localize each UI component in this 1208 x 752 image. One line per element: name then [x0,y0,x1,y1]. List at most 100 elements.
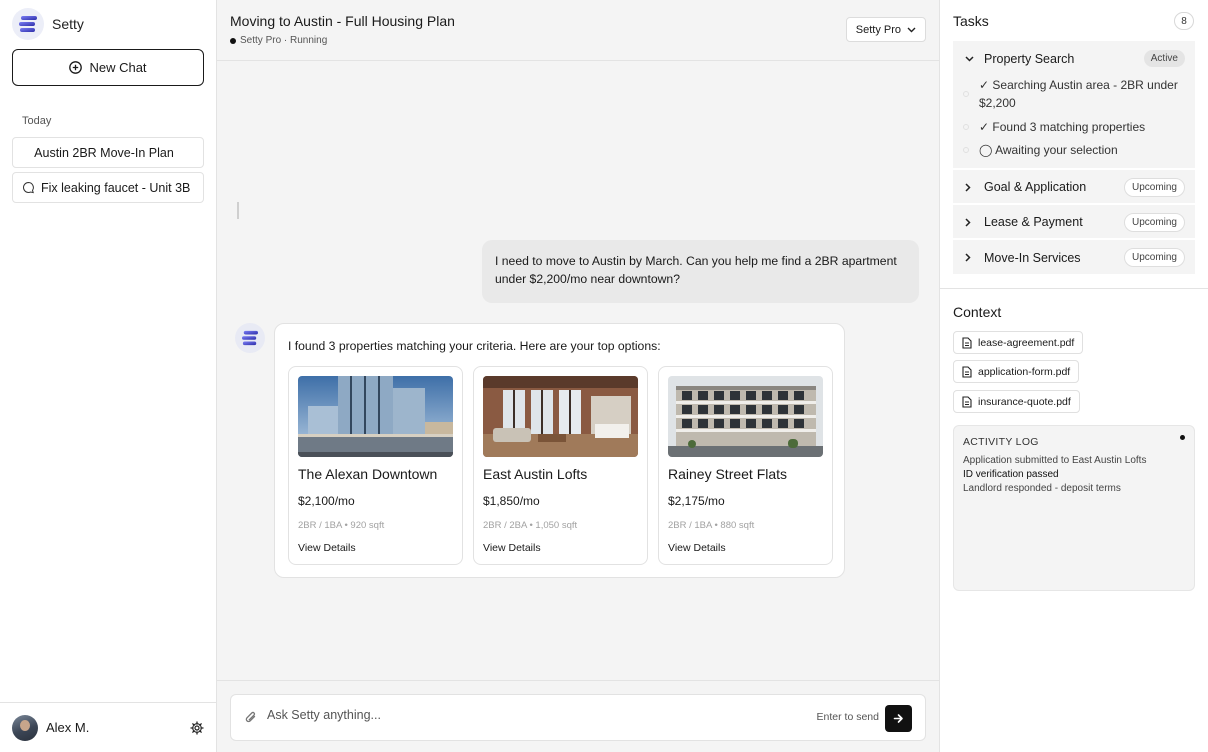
activity-entry: ID verification passed [963,469,1059,480]
task-group-header[interactable]: Goal & Application Upcoming [953,170,1195,204]
chat-item-label: Fix leaking faucet - Unit 3B [41,180,191,195]
chevron-down-icon [965,55,974,62]
property-card[interactable]: Rainey Street Flats $2,175/mo 2BR / 1BA … [658,366,833,565]
scroll-marker [237,202,239,219]
section-label-today: Today [22,115,52,127]
subtask-dot-icon [963,91,969,97]
conversation-title: Moving to Austin - Full Housing Plan [230,13,455,29]
property-meta: 2BR / 1BA • 920 sqft [298,520,385,531]
avatar[interactable] [12,714,38,741]
chat-item-label: Austin 2BR Move-In Plan [34,145,174,160]
file-chip[interactable]: application-form.pdf [953,360,1080,383]
tasks-count-badge: 8 [1174,12,1194,30]
task-group-title: Property Search [984,51,1075,66]
assistant-intro: I found 3 properties matching your crite… [288,339,661,353]
view-details-link[interactable]: View Details [668,542,726,554]
task-group-title: Lease & Payment [984,215,1083,229]
gear-icon[interactable] [190,720,204,735]
task-group-goal-application: Goal & Application Upcoming [953,170,1195,204]
composer: Enter to send [230,694,926,741]
property-image [483,376,638,457]
status-dot-icon [230,37,236,44]
chevron-right-icon [965,182,971,192]
assistant-message: I found 3 properties matching your crite… [274,323,845,578]
property-card[interactable]: East Austin Lofts $1,850/mo 2BR / 2BA • … [473,366,648,565]
file-name: application-form.pdf [978,365,1071,378]
status-badge: Upcoming [1123,248,1185,267]
subtask-dot-icon [963,147,969,153]
subtask-text: ✓ Found 3 matching properties [979,120,1146,134]
task-group-header[interactable]: Property Search Active [953,41,1195,76]
property-meta: 2BR / 2BA • 1,050 sqft [483,520,578,531]
task-group-lease-payment: Lease & Payment Upcoming [953,205,1195,239]
send-button[interactable] [885,705,912,732]
activity-log-title: ACTIVITY LOG [963,436,1039,448]
user-name: Alex M. [46,720,90,735]
chat-bubble-icon [23,181,34,194]
property-name: Rainey Street Flats [668,466,788,482]
status-badge: Upcoming [1123,177,1185,197]
property-name: The Alexan Downtown [298,466,438,482]
setty-logo-icon [12,8,44,40]
chevron-right-icon [965,253,971,262]
view-details-link[interactable]: View Details [483,542,541,554]
model-select[interactable]: Setty Pro [845,17,926,42]
property-meta: 2BR / 1BA • 880 sqft [668,520,755,531]
new-chat-button[interactable]: New Chat [12,49,204,86]
chat-item-faucet[interactable]: Fix leaking faucet - Unit 3B [12,172,204,203]
property-price: $2,100/mo [298,494,355,508]
activity-entry: Landlord responded - deposit terms [963,483,1121,494]
subtask-text: ◯ Awaiting your selection [979,143,1118,157]
activity-log: ACTIVITY LOG Application submitted to Ea… [953,425,1195,591]
brand[interactable]: Setty [12,8,84,40]
model-select-value: Setty Pro [855,23,901,36]
user-message: I need to move to Austin by March. Can y… [482,240,919,303]
app-name: Setty [52,16,84,32]
plus-circle-icon [69,61,83,74]
paperclip-icon[interactable] [244,710,258,726]
main-panel: Moving to Austin - Full Housing Plan Set… [217,0,939,752]
task-group-header[interactable]: Lease & Payment Upcoming [953,205,1195,239]
live-indicator-icon [1180,435,1185,440]
context-title: Context [953,304,1002,320]
send-hint: Enter to send [816,711,879,723]
right-panel: Tasks 8 Property Search Active ✓ Searchi… [939,0,1208,752]
chevron-right-icon [965,217,971,227]
arrow-right-icon [893,714,903,723]
composer-area: Enter to send [217,680,939,752]
file-name: insurance-quote.pdf [978,395,1071,408]
document-icon [962,395,972,408]
document-icon [962,336,972,349]
activity-entry: Application submitted to East Austin Lof… [963,455,1147,466]
divider [940,288,1208,289]
file-chip[interactable]: lease-agreement.pdf [953,331,1084,354]
message-input[interactable] [267,708,747,722]
task-group-title: Goal & Application [984,180,1087,194]
status-text: Setty Pro · Running [240,35,328,46]
property-card[interactable]: The Alexan Downtown $2,100/mo 2BR / 1BA … [288,366,463,565]
subtask-text: ✓ Searching Austin area - 2BR under $2,2… [979,78,1178,110]
file-chip[interactable]: insurance-quote.pdf [953,390,1080,413]
property-name: East Austin Lofts [483,466,588,482]
tasks-title: Tasks [953,13,989,29]
property-image [298,376,453,457]
task-group-move-in-services: Move-In Services Upcoming [953,240,1195,275]
chevron-down-icon [907,27,916,32]
property-image [668,376,823,457]
sidebar: Setty New Chat Today Austin 2BR Move-In … [0,0,217,752]
task-group-header[interactable]: Move-In Services Upcoming [953,240,1195,275]
status-badge: Upcoming [1123,212,1185,232]
task-group-property-search: Property Search Active ✓ Searching Austi… [953,41,1195,169]
task-group-title: Move-In Services [984,250,1081,265]
conversation-header: Moving to Austin - Full Housing Plan Set… [217,0,939,61]
subtask-dot-icon [963,124,969,130]
sidebar-footer: Alex M. [0,702,216,752]
property-price: $2,175/mo [668,494,725,508]
view-details-link[interactable]: View Details [298,542,356,554]
property-price: $1,850/mo [483,494,540,508]
status-badge: Active [1143,50,1185,67]
new-chat-label: New Chat [89,60,147,75]
assistant-avatar-icon [235,323,265,353]
conversation-status: Setty Pro · Running [230,35,327,46]
chat-item-austin[interactable]: Austin 2BR Move-In Plan [12,137,204,168]
